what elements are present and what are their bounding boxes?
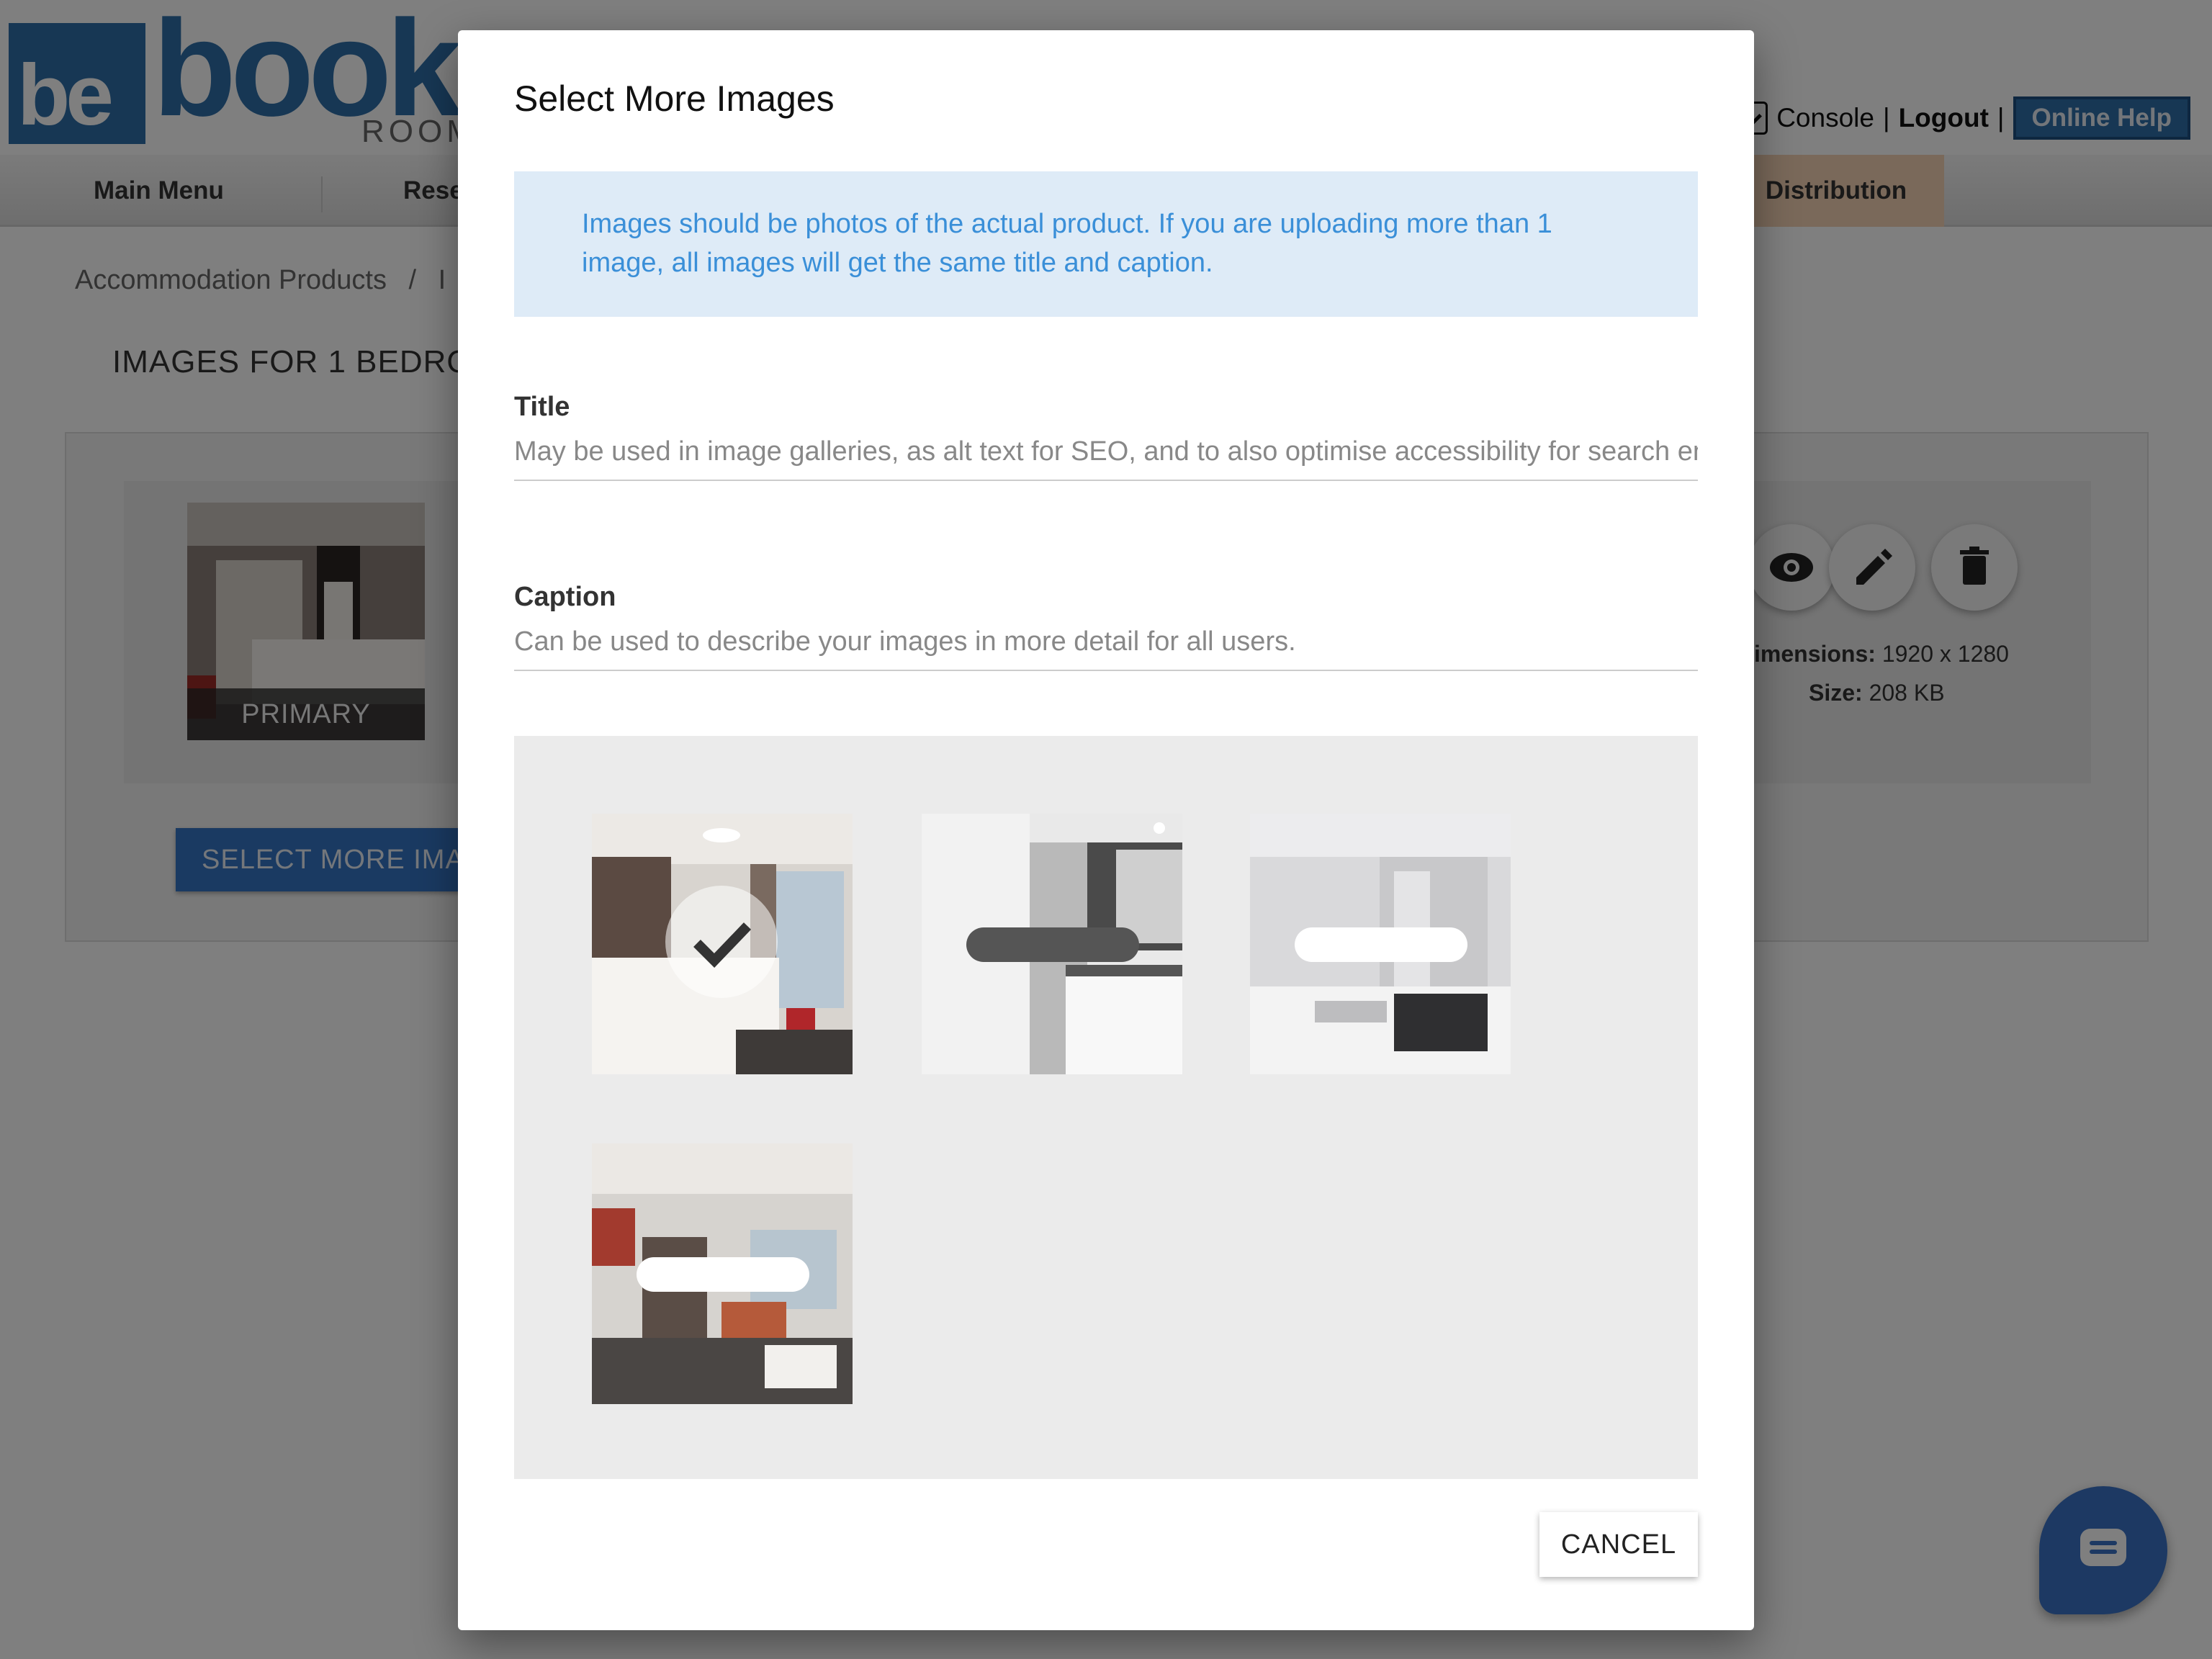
modal-title: Select More Images: [514, 78, 835, 119]
selected-check: [665, 886, 778, 998]
hover-caption-bar: [1295, 927, 1467, 962]
cancel-button[interactable]: CANCEL: [1539, 1512, 1698, 1577]
check-icon: [693, 922, 752, 968]
title-input[interactable]: [514, 423, 1698, 481]
info-alert: Images should be photos of the actual pr…: [514, 171, 1698, 317]
select-more-images-modal: Select More Images Images should be phot…: [458, 30, 1754, 1630]
caption-label: Caption: [514, 582, 616, 612]
image-tile-living-room[interactable]: [592, 1143, 853, 1404]
hover-caption-bar: [966, 927, 1139, 962]
image-tile-kitchen[interactable]: [1250, 814, 1511, 1074]
caption-input[interactable]: [514, 613, 1698, 671]
hover-caption-bar: [637, 1257, 809, 1292]
image-gallery: [514, 736, 1698, 1479]
image-tile-bedroom[interactable]: [592, 814, 853, 1074]
title-label: Title: [514, 392, 570, 422]
image-tile-bathroom[interactable]: [922, 814, 1182, 1074]
